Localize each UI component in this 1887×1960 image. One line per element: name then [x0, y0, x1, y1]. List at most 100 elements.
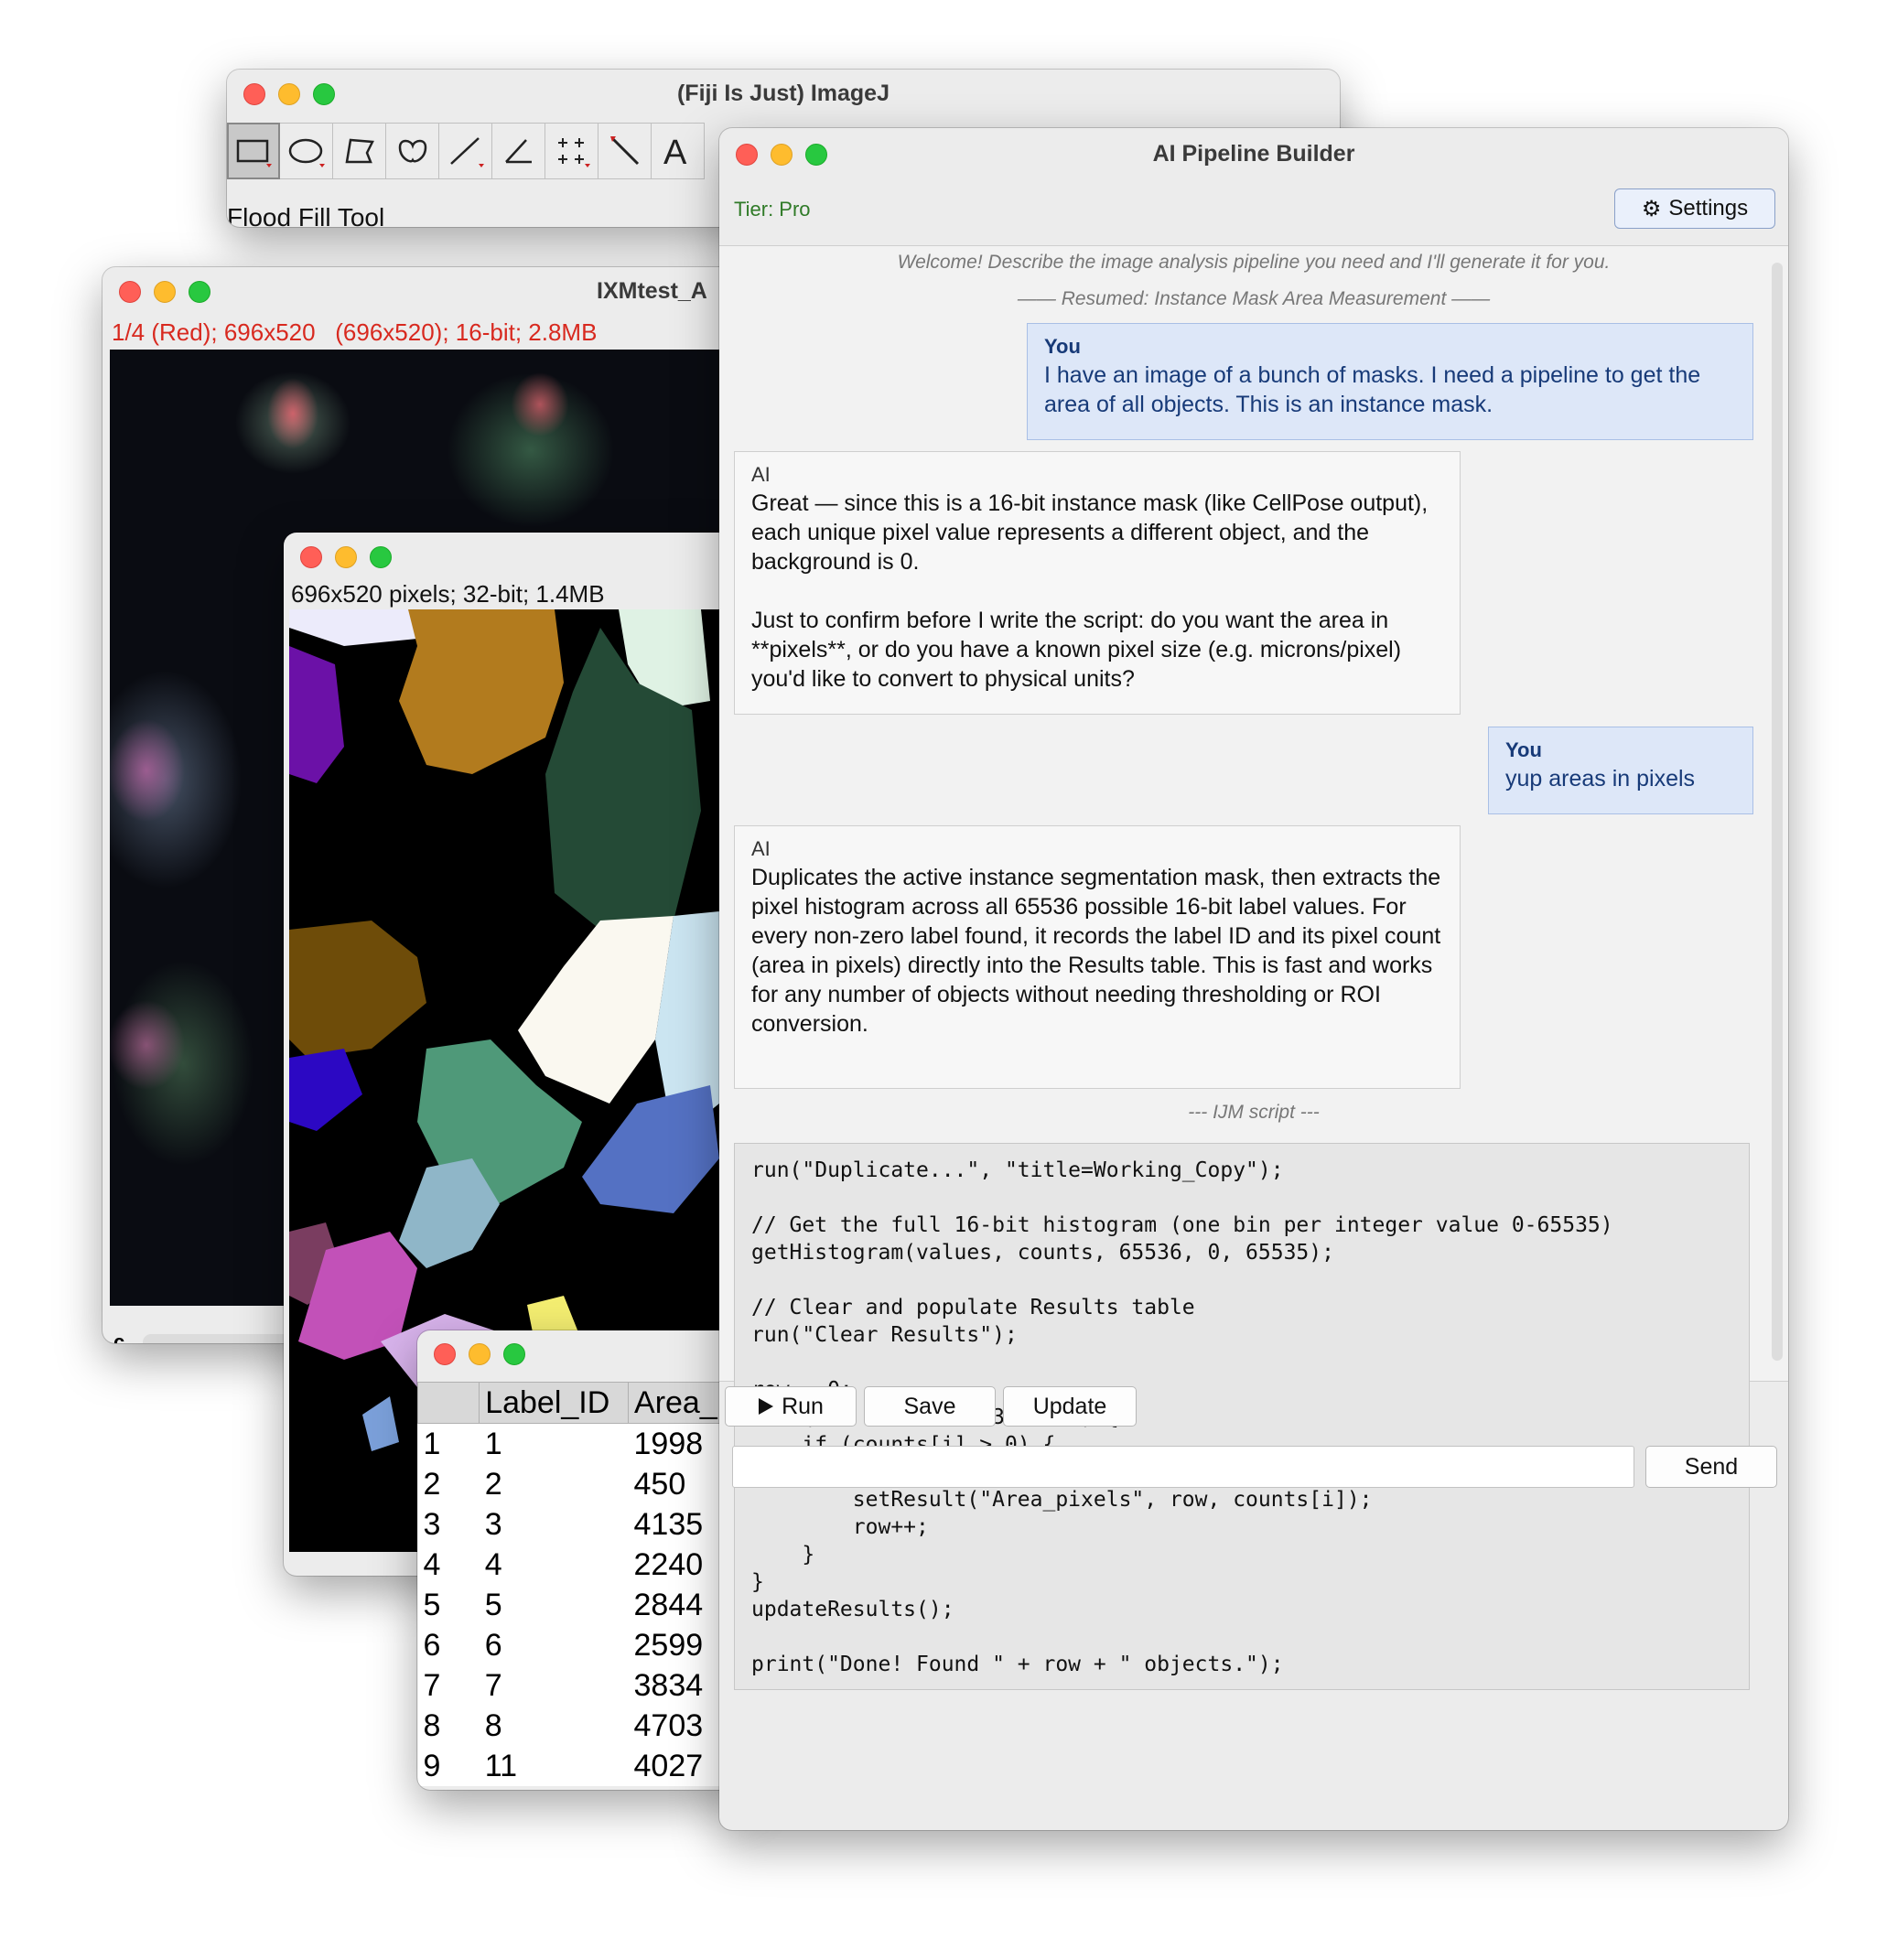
row-index: 2	[417, 1464, 480, 1504]
angle-tool[interactable]	[492, 123, 545, 179]
close-button[interactable]	[434, 1343, 456, 1365]
table-row[interactable]: 9 11 4027	[417, 1746, 747, 1786]
image-info: 1/4 (Red); 696x520 (696x520); 16-bit; 2.…	[112, 318, 598, 346]
wand-tool[interactable]	[598, 123, 652, 179]
text-tool[interactable]: A	[652, 123, 705, 179]
header-row: Label_ID Area_	[417, 1382, 747, 1424]
settings-button[interactable]: ⚙ Settings	[1614, 188, 1775, 229]
angle-icon	[504, 139, 532, 164]
update-button[interactable]: Update	[1003, 1386, 1137, 1427]
zoom-button[interactable]	[503, 1343, 525, 1365]
row-index: 4	[417, 1545, 480, 1585]
message-sender: AI	[751, 837, 771, 860]
message-text: I have an image of a bunch of masks. I n…	[1044, 362, 1701, 417]
table-row[interactable]: 7 7 3834	[417, 1665, 747, 1706]
svg-text:A: A	[663, 134, 687, 169]
table-row[interactable]: 8 8 4703	[417, 1706, 747, 1746]
label-id-cell: 3	[479, 1504, 629, 1545]
multipoint-tool[interactable]	[545, 123, 598, 179]
window-title: AI Pipeline Builder	[1152, 141, 1355, 167]
message-text: Duplicates the active instance segmentat…	[751, 865, 1441, 1037]
settings-label: Settings	[1668, 196, 1749, 221]
table-row[interactable]: 3 3 4135	[417, 1504, 747, 1545]
image-info: 696x520 pixels; 32-bit; 1.4MB	[291, 580, 605, 608]
tool-status: Flood Fill Tool	[227, 203, 385, 227]
send-button[interactable]: Send	[1645, 1446, 1777, 1488]
table-row[interactable]: 6 6 2599	[417, 1625, 747, 1665]
row-index: 7	[417, 1665, 480, 1706]
run-label: Run	[782, 1393, 824, 1419]
send-label: Send	[1684, 1453, 1739, 1480]
save-button[interactable]: Save	[864, 1386, 996, 1427]
line-icon	[449, 137, 484, 167]
action-buttons: Run Save Update	[725, 1386, 1137, 1427]
column-header[interactable]	[417, 1382, 480, 1424]
user-message: You yup areas in pixels	[1488, 727, 1753, 814]
label-id-cell: 4	[479, 1545, 629, 1585]
row-index: 6	[417, 1625, 480, 1665]
message-text: Great — since this is a 16-bit instance …	[751, 490, 1429, 692]
label-id-cell: 6	[479, 1625, 629, 1665]
freehand-tool[interactable]	[386, 123, 439, 179]
rectangle-icon	[236, 139, 272, 167]
script-label: --- IJM script ---	[1188, 1102, 1320, 1123]
row-index: 9	[417, 1746, 480, 1786]
table-row[interactable]: 1 1 1998	[417, 1423, 747, 1464]
imagej-titlebar[interactable]: (Fiji Is Just) ImageJ	[227, 70, 1340, 117]
run-button[interactable]: Run	[725, 1386, 857, 1427]
tier-label: Tier: Pro	[734, 198, 811, 221]
channel-label: c	[113, 1330, 125, 1343]
row-index: 5	[417, 1585, 480, 1625]
close-button[interactable]	[119, 281, 141, 303]
message-sender: You	[1505, 738, 1542, 761]
oval-icon	[288, 138, 325, 167]
close-button[interactable]	[300, 546, 322, 568]
polygon-tool[interactable]	[333, 123, 386, 179]
message-sender: AI	[751, 463, 771, 486]
label-id-cell: 7	[479, 1665, 629, 1706]
label-id-cell: 11	[479, 1746, 629, 1786]
label-id-cell: 8	[479, 1706, 629, 1746]
line-tool[interactable]	[439, 123, 492, 179]
play-icon	[759, 1398, 774, 1415]
ai-pipeline-builder-window: AI Pipeline Builder Tier: Pro ⚙ Settings…	[719, 128, 1788, 1830]
label-id-cell: 1	[479, 1423, 629, 1464]
gear-icon: ⚙	[1641, 196, 1662, 221]
resumed-banner: —— Resumed: Instance Mask Area Measureme…	[1017, 288, 1491, 309]
ai-message: AI Duplicates the active instance segmen…	[734, 825, 1461, 1089]
window-title: (Fiji Is Just) ImageJ	[676, 81, 890, 106]
results-table[interactable]: Label_ID Area_ 1 1 1998 2 2 450 3 3 4135 4 4 224…	[417, 1382, 747, 1786]
minimize-button[interactable]	[154, 281, 176, 303]
welcome-message: Welcome! Describe the image analysis pip…	[897, 252, 1611, 273]
polygon-icon	[345, 138, 374, 164]
chat-panel[interactable]: Welcome! Describe the image analysis pip…	[719, 245, 1788, 1690]
minimize-button[interactable]	[469, 1343, 491, 1365]
message-sender: You	[1044, 335, 1081, 358]
table-row[interactable]: 5 5 2844	[417, 1585, 747, 1625]
row-index: 3	[417, 1504, 480, 1545]
multipoint-icon	[557, 138, 590, 167]
mask-titlebar[interactable]	[284, 533, 760, 580]
ai-titlebar[interactable]: AI Pipeline Builder	[719, 128, 1788, 179]
label-id-cell: 5	[479, 1585, 629, 1625]
row-index: 8	[417, 1706, 480, 1746]
results-titlebar[interactable]	[417, 1330, 747, 1378]
text-icon: A	[663, 134, 687, 169]
oval-tool[interactable]	[280, 123, 333, 179]
tool-bar: A	[227, 123, 705, 179]
message-input[interactable]	[732, 1446, 1634, 1488]
message-text: yup areas in pixels	[1505, 766, 1696, 792]
label-id-cell: 2	[479, 1464, 629, 1504]
table-row[interactable]: 4 4 2240	[417, 1545, 747, 1585]
zoom-button[interactable]	[370, 546, 392, 568]
zoom-button[interactable]	[189, 281, 210, 303]
results-window: Label_ID Area_ 1 1 1998 2 2 450 3 3 4135 4 4 224…	[417, 1330, 747, 1790]
ixm-titlebar[interactable]: IXMtest_A	[102, 267, 761, 315]
save-label: Save	[903, 1393, 956, 1419]
rectangle-tool[interactable]	[227, 123, 280, 179]
minimize-button[interactable]	[335, 546, 357, 568]
column-header[interactable]: Label_ID	[479, 1382, 630, 1424]
freehand-icon	[398, 139, 426, 163]
chat-scrollbar[interactable]	[1772, 263, 1783, 1361]
table-row[interactable]: 2 2 450	[417, 1464, 747, 1504]
